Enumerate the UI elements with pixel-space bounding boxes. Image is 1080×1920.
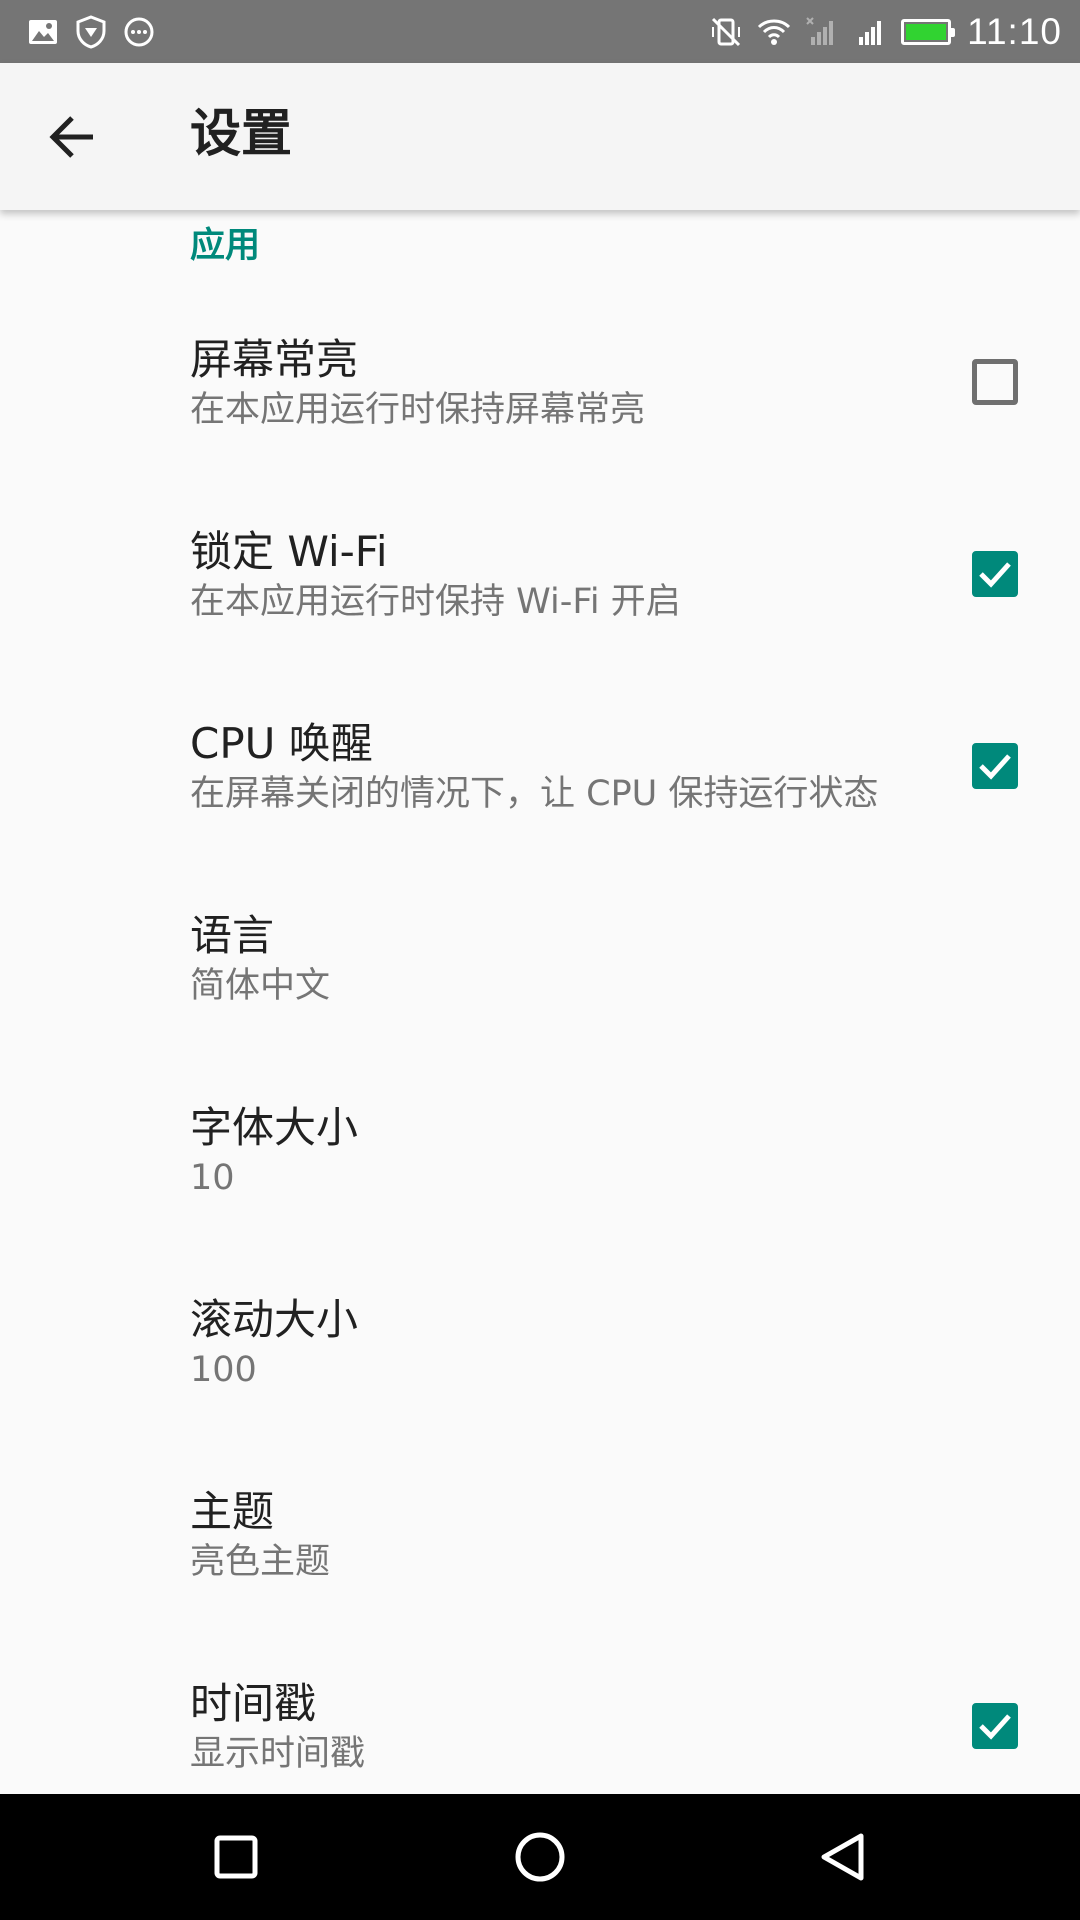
timestamp-checkbox[interactable] (972, 1703, 1018, 1749)
shield-icon (76, 15, 106, 49)
pref-language[interactable]: 语言 简体中文 (0, 911, 1080, 1103)
arrow-back-icon (49, 116, 93, 158)
battery-icon (901, 19, 956, 45)
keep-screen-on-checkbox[interactable] (972, 359, 1018, 405)
pref-summary: 在本应用运行时保持屏幕常亮 (190, 390, 646, 430)
back-button[interactable] (36, 100, 110, 174)
vibrate-off-icon (712, 17, 741, 47)
pref-summary: 显示时间戳 (190, 1734, 366, 1774)
clock: 11:10 (967, 11, 1062, 52)
navigation-bar (0, 1794, 1080, 1920)
pref-title: 语言 (190, 911, 275, 960)
checkmark-icon (979, 562, 1011, 588)
back-nav-button[interactable] (810, 1824, 876, 1890)
pref-title: 屏幕常亮 (190, 335, 359, 384)
pref-keep-screen-on[interactable]: 屏幕常亮 在本应用运行时保持屏幕常亮 (0, 335, 1080, 527)
system-icons: 11:10 (709, 10, 1062, 54)
pref-title: 字体大小 (190, 1103, 359, 1152)
pref-title: 主题 (190, 1487, 275, 1536)
pref-title: CPU 唤醒 (190, 719, 373, 768)
signal-sim2-icon (806, 17, 834, 45)
pref-title: 滚动大小 (190, 1295, 359, 1344)
pref-title: 锁定 Wi-Fi (190, 527, 388, 576)
pref-summary: 10 (190, 1158, 235, 1198)
checkmark-icon (979, 1714, 1011, 1740)
pref-theme[interactable]: 主题 亮色主题 (0, 1487, 1080, 1679)
recents-button[interactable] (203, 1824, 269, 1890)
pref-summary: 在屏幕关闭的情况下，让 CPU 保持运行状态 (190, 774, 879, 814)
chat-bubble-icon (124, 17, 154, 47)
wifi-icon (758, 19, 791, 45)
pref-summary: 在本应用运行时保持 Wi-Fi 开启 (190, 582, 681, 622)
checkmark-icon (979, 754, 1011, 780)
pref-summary: 100 (190, 1350, 257, 1390)
battery-level (906, 24, 947, 40)
pref-summary: 简体中文 (190, 966, 331, 1006)
pref-timestamp[interactable]: 时间戳 显示时间戳 (0, 1679, 1080, 1794)
back-triangle-icon (821, 1833, 864, 1881)
cpu-wakeup-checkbox[interactable] (972, 743, 1018, 789)
pref-font-size[interactable]: 字体大小 10 (0, 1103, 1080, 1295)
page-title: 设置 (190, 105, 293, 164)
pref-cpu-wakeup[interactable]: CPU 唤醒 在屏幕关闭的情况下，让 CPU 保持运行状态 (0, 719, 1080, 911)
pref-title: 时间戳 (190, 1679, 317, 1728)
lock-wifi-checkbox[interactable] (972, 551, 1018, 597)
pref-summary: 亮色主题 (190, 1542, 331, 1582)
recents-square-icon (214, 1835, 258, 1879)
image-icon (29, 20, 57, 44)
preferences-list: 应用 屏幕常亮 在本应用运行时保持屏幕常亮 锁定 Wi-Fi 在本应用运行时保持… (0, 210, 1080, 1794)
app-bar: 设置 (0, 63, 1080, 210)
home-button[interactable] (507, 1824, 573, 1890)
pref-scroll-size[interactable]: 滚动大小 100 (0, 1295, 1080, 1487)
pref-lock-wifi[interactable]: 锁定 Wi-Fi 在本应用运行时保持 Wi-Fi 开启 (0, 527, 1080, 719)
status-bar: 11:10 (0, 0, 1080, 63)
settings-screen: 11:10 设置 应用 屏幕常亮 在本应用运行时保持屏幕常亮 锁定 Wi-Fi … (0, 0, 1080, 1920)
notification-icons (26, 14, 156, 50)
category-title-app: 应用 (190, 226, 261, 266)
signal-sim1-icon (859, 21, 882, 45)
home-circle-icon (515, 1832, 565, 1882)
